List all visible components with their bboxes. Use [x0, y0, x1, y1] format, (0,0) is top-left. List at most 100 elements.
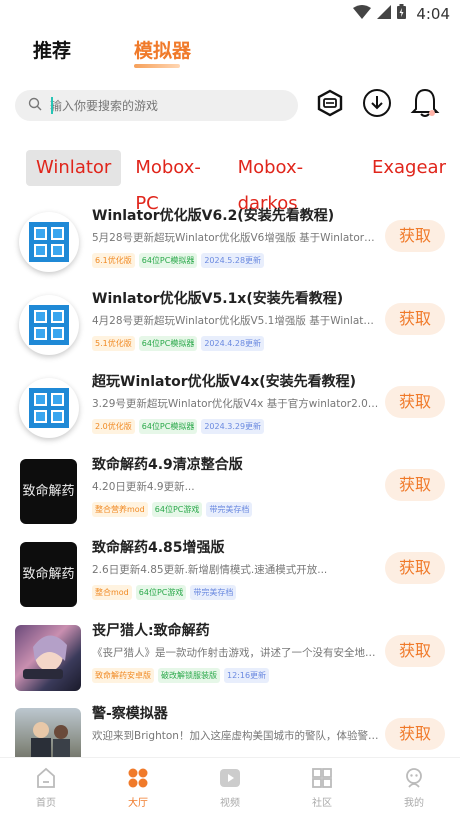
item-title: 致命解药4.85增强版: [92, 540, 225, 556]
get-button[interactable]: 获取: [385, 303, 445, 335]
cell-signal-icon: [377, 4, 392, 23]
nav-label: 大厅: [128, 798, 148, 809]
community-icon: [292, 766, 352, 790]
list-item[interactable]: 致命解药 致命解药4.9清凉整合版 4.20日更新4.9更新... 整合营养mo…: [0, 454, 460, 537]
list-item[interactable]: Winlator优化版V6.2(安装先看教程) 5月28号更新超玩Winlato…: [0, 205, 460, 288]
tag: 6.1优化版: [92, 253, 135, 268]
cover-title: 致命解药: [22, 483, 75, 499]
item-title: 超玩Winlator优化版V4x(安装先看教程): [92, 374, 357, 390]
bell-icon: [410, 87, 440, 123]
hall-icon: [108, 766, 168, 790]
list-item[interactable]: 致命解药 致命解药4.85增强版 2.6日更新4.85更新.新增剧情模式.速通模…: [0, 537, 460, 620]
item-description: 欢迎来到Brighton！加入这座虚构美国城市的警队，体验警官...: [92, 730, 379, 742]
text-cursor: [51, 97, 53, 114]
item-description: 《丧尸猎人》是一款动作射击游戏，讲述了一个没有安全地方...: [92, 647, 379, 659]
item-tags: 5.1优化版 64位PC模拟器 2024.4.28更新: [92, 336, 265, 351]
notification-button[interactable]: [409, 87, 441, 123]
tag: 整合营养mod: [92, 502, 148, 517]
nav-label: 社区: [312, 798, 332, 809]
category-mobox-pc[interactable]: Mobox-PC: [125, 150, 223, 214]
download-icon: [362, 88, 392, 122]
game-cover-image: [15, 708, 81, 757]
item-tags: 整合营养mod 64位PC游戏 带完美存档: [92, 502, 253, 517]
tag: 5.1优化版: [92, 336, 135, 351]
item-description: 4.20日更新4.9更新...: [92, 481, 195, 493]
tag: 2024.3.29更新: [201, 419, 265, 434]
list-item[interactable]: 警-察模拟器 欢迎来到Brighton！加入这座虚构美国城市的警队，体验警官..…: [0, 703, 460, 757]
tag: 2.0优化版: [92, 419, 135, 434]
list-item[interactable]: 丧尸猎人:致命解药 《丧尸猎人》是一款动作射击游戏，讲述了一个没有安全地方...…: [0, 620, 460, 703]
tag: 64位PC游戏: [151, 502, 203, 517]
item-description: 4月28号更新超玩Winlator优化版V5.1增强版 基于Winlator5.…: [92, 315, 379, 327]
nav-label: 视频: [220, 798, 240, 809]
tag: 12:16更新: [224, 668, 270, 683]
tab-emulator[interactable]: 模拟器: [134, 36, 191, 63]
game-cover-image: 致命解药: [20, 542, 77, 607]
game-controller-icon: [316, 89, 344, 121]
category-mobox-darkos[interactable]: Mobox-darkos: [228, 150, 358, 214]
cover-title: 致命解药: [22, 566, 75, 582]
get-button[interactable]: 获取: [385, 469, 445, 501]
windows-logo-icon: [19, 212, 79, 272]
item-description: 3.29号更新超玩Winlator优化版V4x 基于官方winlator2.0优…: [92, 398, 379, 410]
item-title: Winlator优化版V6.2(安装先看教程): [92, 208, 335, 224]
get-button[interactable]: 获取: [385, 386, 445, 418]
category-exagear[interactable]: Exagear: [362, 150, 456, 186]
nav-label: 我的: [404, 798, 424, 809]
item-tags: 2.0优化版 64位PC模拟器 2024.3.29更新: [92, 419, 265, 434]
item-description: 5月28号更新超玩Winlator优化版V6增强版 基于Winlator6.1版…: [92, 232, 379, 244]
item-tags: 6.1优化版 64位PC模拟器 2024.5.28更新: [92, 253, 265, 268]
tag: 64位PC模拟器: [138, 419, 198, 434]
search-bar[interactable]: [15, 90, 298, 121]
video-icon: [200, 766, 260, 790]
tag: 破改解锁服装版: [158, 668, 220, 683]
tag: 64位PC模拟器: [138, 336, 198, 351]
wifi-icon: [353, 4, 372, 23]
tag: 64位PC模拟器: [138, 253, 198, 268]
tab-recommend[interactable]: 推荐: [33, 36, 71, 63]
windows-logo-icon: [19, 295, 79, 355]
scan-button[interactable]: [314, 89, 346, 121]
game-cover-image: [15, 625, 81, 691]
header-tabs: 推荐 模拟器: [0, 36, 460, 76]
item-title: 丧尸猎人:致命解药: [92, 623, 210, 639]
get-button[interactable]: 获取: [385, 635, 445, 667]
status-icons: 4:04: [353, 4, 450, 23]
get-button[interactable]: 获取: [385, 552, 445, 584]
get-button[interactable]: 获取: [385, 220, 445, 252]
profile-icon: [384, 766, 444, 790]
nav-home[interactable]: 首页: [16, 766, 76, 809]
bottom-navigation: 首页 大厅 视频 社区 我的: [0, 757, 460, 817]
windows-logo-icon: [19, 378, 79, 438]
battery-icon: [397, 4, 407, 23]
search-icon: [28, 96, 42, 115]
download-button[interactable]: [361, 89, 393, 121]
nav-hall[interactable]: 大厅: [108, 766, 168, 809]
tag: 2024.5.28更新: [201, 253, 265, 268]
list-item[interactable]: Winlator优化版V5.1x(安装先看教程) 4月28号更新超玩Winlat…: [0, 288, 460, 371]
nav-profile[interactable]: 我的: [384, 766, 444, 809]
get-button[interactable]: 获取: [385, 718, 445, 750]
nav-video[interactable]: 视频: [200, 766, 260, 809]
category-tabs: Winlator Mobox-PC Mobox-darkos Exagear: [26, 150, 460, 214]
nav-community[interactable]: 社区: [292, 766, 352, 809]
status-time: 4:04: [416, 4, 450, 23]
tag: 带完美存档: [190, 585, 237, 600]
item-title: 警-察模拟器: [92, 706, 168, 722]
home-icon: [16, 766, 76, 790]
item-tags: 整合mod 64位PC游戏 带完美存档: [92, 585, 237, 600]
game-cover-image: 致命解药: [20, 459, 77, 524]
item-description: 2.6日更新4.85更新.新增剧情模式.速通模式开放...: [92, 564, 328, 576]
app-list: Winlator优化版V6.2(安装先看教程) 5月28号更新超玩Winlato…: [0, 205, 460, 757]
tag: 致命解药安卓版: [92, 668, 154, 683]
active-tab-indicator: [134, 64, 180, 68]
item-title: 致命解药4.9清凉整合版: [92, 457, 243, 473]
tag: 2024.4.28更新: [201, 336, 265, 351]
search-input[interactable]: [50, 98, 270, 113]
category-winlator[interactable]: Winlator: [26, 150, 122, 186]
nav-label: 首页: [36, 798, 56, 809]
list-item[interactable]: 超玩Winlator优化版V4x(安装先看教程) 3.29号更新超玩Winlat…: [0, 371, 460, 454]
status-bar: 4:04: [0, 0, 460, 26]
item-tags: 致命解药安卓版 破改解锁服装版 12:16更新: [92, 668, 270, 683]
tag: 整合mod: [92, 585, 132, 600]
